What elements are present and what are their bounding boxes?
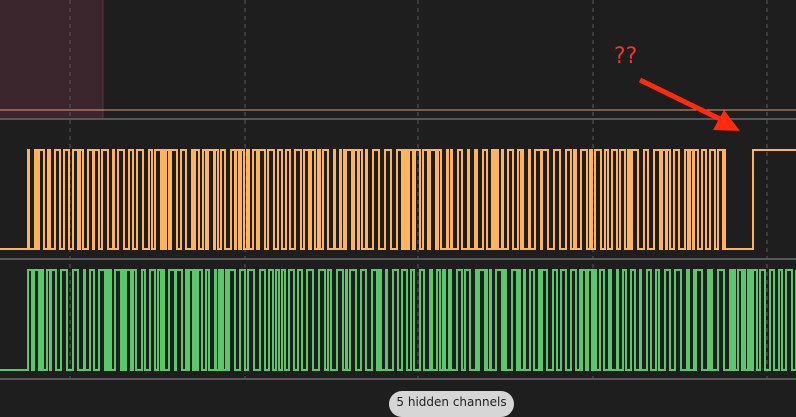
time-selection-region[interactable]	[0, 0, 103, 118]
signal-trace	[0, 149, 796, 250]
signal-trace	[0, 269, 796, 371]
arrow-icon	[638, 77, 740, 131]
annotation-text: ??	[614, 44, 638, 69]
channel-separator[interactable]	[0, 118, 796, 120]
channel-1-waveform	[0, 149, 796, 250]
channel-2-waveform	[0, 269, 796, 371]
channel-separator[interactable]	[0, 378, 796, 380]
channel-separator[interactable]	[0, 258, 796, 260]
hidden-channels-button[interactable]: 5 hidden channels	[389, 391, 514, 417]
waveform-view[interactable]	[0, 0, 796, 403]
